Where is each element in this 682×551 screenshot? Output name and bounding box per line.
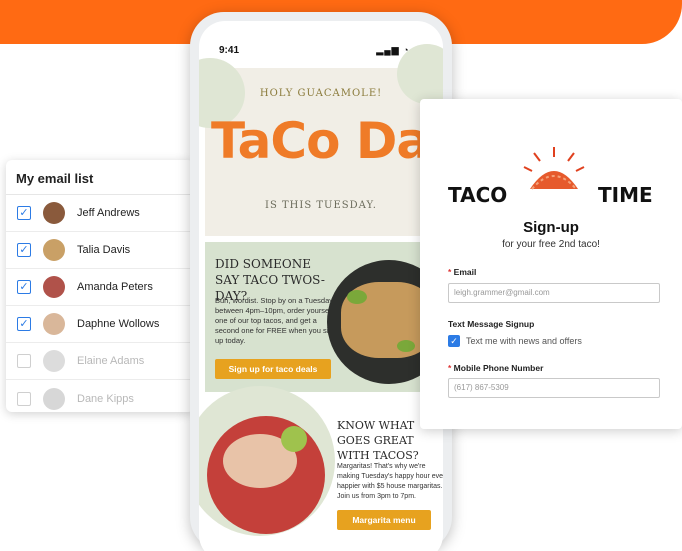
brand-word-left: TACO (448, 183, 508, 207)
email-list-title: My email list (6, 160, 194, 195)
contact-row[interactable]: ✓ Dane Kipps (6, 380, 194, 412)
avatar (43, 239, 65, 261)
margarita-menu-button[interactable]: Margarita menu (337, 510, 431, 530)
hero-section: HOLY GUACAMOLE! TaCo Day IS THIS TUESDAY… (199, 44, 443, 236)
promo-body: Margaritas! That's why we're making Tues… (337, 463, 443, 500)
avatar (43, 350, 65, 372)
phone-screen: 9:41 ▂▄▆ ◔ ▬ HOLY GUACAMOLE! TaCo Day IS… (199, 21, 443, 551)
sms-checkbox[interactable]: ✓ (448, 335, 460, 347)
brand-word-right: TIME (598, 183, 653, 207)
sms-opt-in[interactable]: ✓ Text me with news and offers (448, 335, 582, 347)
contact-checkbox[interactable]: ✓ (17, 354, 31, 368)
taco-logo-icon (523, 147, 585, 190)
sms-signup-label: Text Message Signup (448, 319, 535, 329)
contact-row[interactable]: ✓ Daphne Wollows (6, 306, 194, 343)
avatar (43, 202, 65, 224)
hero-subtitle: IS THIS TUESDAY. (265, 200, 377, 211)
stage: My email list ✓ Jeff Andrews ✓ Talia Dav… (0, 0, 682, 551)
avatar (43, 276, 65, 298)
contact-checkbox[interactable]: ✓ (17, 206, 31, 220)
signup-heading: Sign-up (523, 219, 579, 236)
email-label: * Email (448, 267, 477, 277)
taco-twosday-section: DID SOMEONE SAY TACO TWOS-DAY? Buh, word… (205, 242, 443, 392)
phone-label: * Mobile Phone Number (448, 363, 544, 373)
contact-name: Elaine Adams (77, 355, 145, 367)
promo-body: Buh, wordist. Stop by on a Tuesday betwe… (215, 296, 337, 345)
contact-name: Jeff Andrews (77, 207, 140, 219)
sign-up-taco-deals-button[interactable]: Sign up for taco deals (215, 359, 331, 379)
contact-name: Amanda Peters (77, 281, 153, 293)
avatar (43, 313, 65, 335)
contact-row[interactable]: ✓ Elaine Adams (6, 343, 194, 380)
avatar (43, 387, 65, 410)
phone-mockup: 9:41 ▂▄▆ ◔ ▬ HOLY GUACAMOLE! TaCo Day IS… (190, 12, 452, 551)
contact-row[interactable]: ✓ Talia Davis (6, 232, 194, 269)
contact-name: Daphne Wollows (77, 318, 160, 330)
email-list-card: My email list ✓ Jeff Andrews ✓ Talia Dav… (6, 160, 194, 412)
contact-row[interactable]: ✓ Amanda Peters (6, 269, 194, 306)
hero-title-main: TaCo Da (211, 112, 429, 170)
hero-title: TaCo Day (211, 112, 443, 170)
contact-name: Talia Davis (77, 244, 131, 256)
contact-row[interactable]: ✓ Jeff Andrews (6, 195, 194, 232)
contact-checkbox[interactable]: ✓ (17, 391, 31, 406)
contact-checkbox[interactable]: ✓ (17, 243, 31, 257)
margarita-image (207, 416, 325, 534)
email-field[interactable]: leigh.grammer@gmail.com (448, 283, 660, 303)
sms-option-label: Text me with news and offers (466, 336, 582, 346)
contact-name: Dane Kipps (77, 392, 134, 405)
signup-form-card: TACO TIME Sign-up for your free 2nd taco… (420, 99, 682, 429)
hero-pretitle: HOLY GUACAMOLE! (259, 88, 383, 99)
margarita-section: KNOW WHAT GOES GREAT WITH TACOS? Margari… (199, 386, 443, 551)
mobile-phone-field[interactable]: (617) 867-5309 (448, 378, 660, 398)
signup-subheading: for your free 2nd taco! (502, 239, 600, 250)
contact-checkbox[interactable]: ✓ (17, 280, 31, 294)
contact-checkbox[interactable]: ✓ (17, 317, 31, 331)
status-time: 9:41 (219, 45, 240, 56)
